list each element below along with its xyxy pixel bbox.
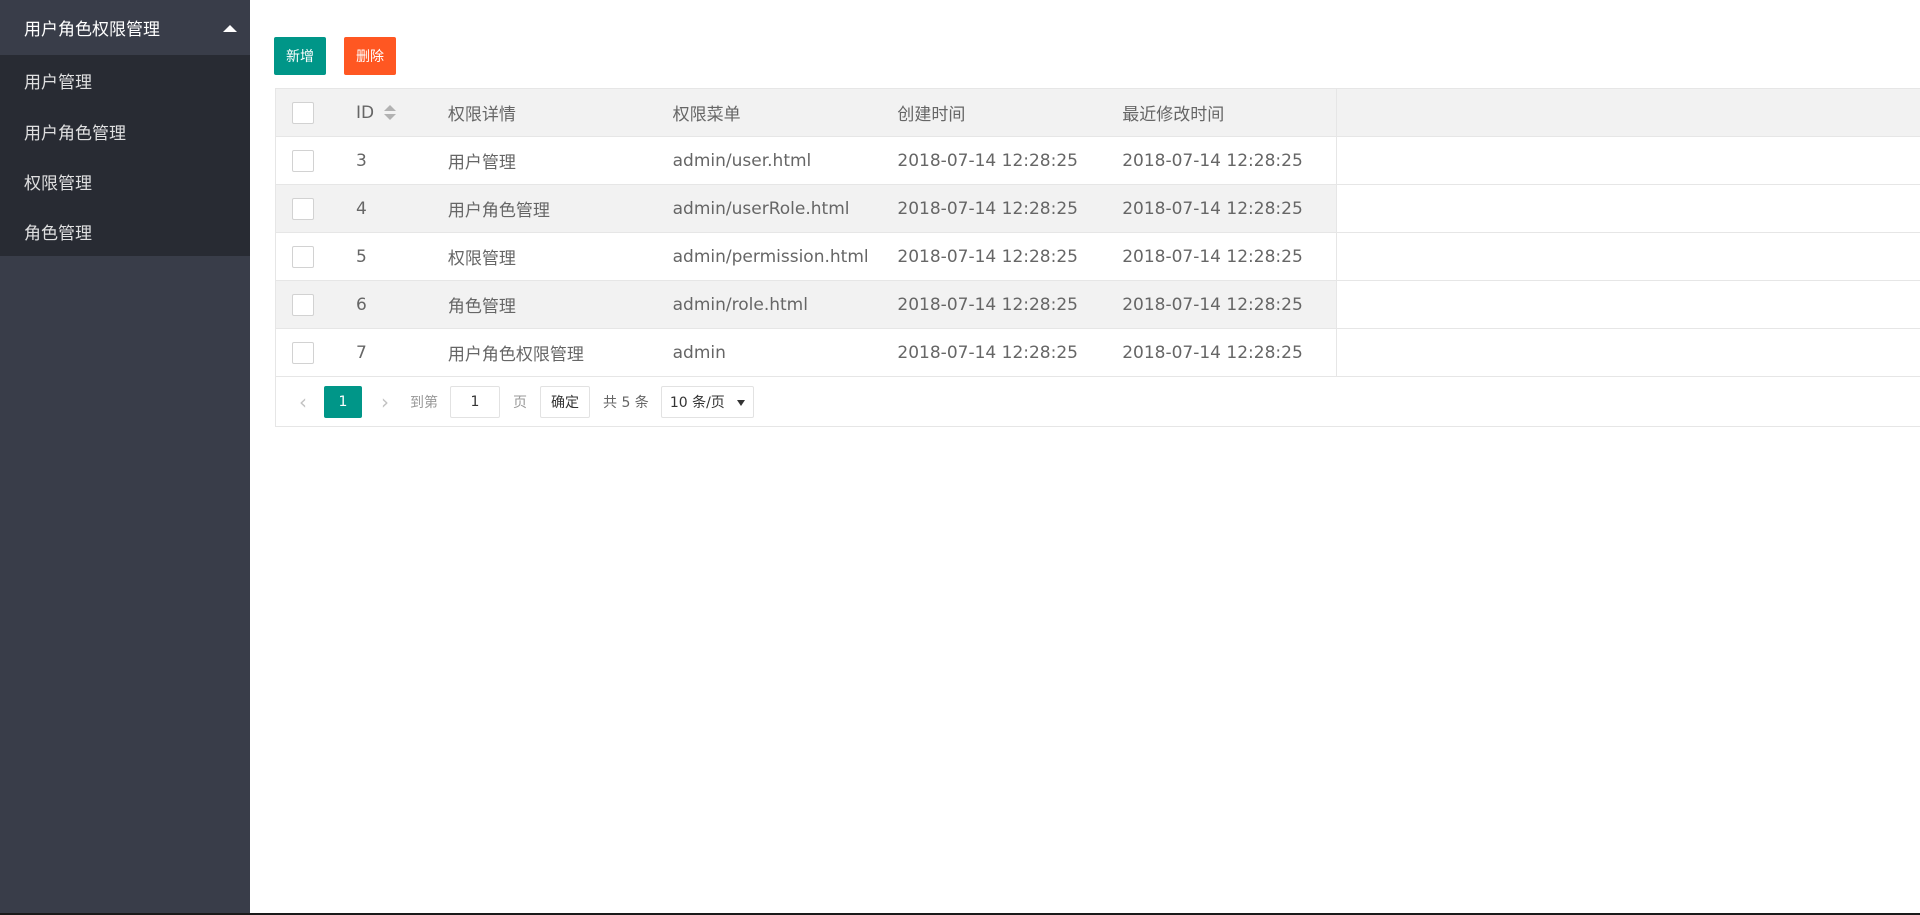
row-filler xyxy=(1337,137,1920,184)
sort-icon[interactable] xyxy=(384,105,397,120)
header-modified-cell: 最近修改时间 xyxy=(1122,105,1225,125)
header-filler xyxy=(1337,89,1920,136)
table-row-cells: 3 用户管理 admin/user.html 2018-07-14 12:28:… xyxy=(276,137,1337,184)
row-id: 7 xyxy=(355,342,367,363)
row-detail: 用户管理 xyxy=(447,153,516,173)
sidebar-item-role-management[interactable]: 角色管理 xyxy=(0,206,250,256)
main-content: 新增 删除 ID 权限详情 权限菜单 创建时间 最近修改时间 3 用户管理 ad… xyxy=(250,0,1920,913)
row-menu: admin/permission.html xyxy=(672,246,869,267)
row-detail: 角色管理 xyxy=(447,297,516,317)
row-modified: 2018-07-14 12:28:25 xyxy=(1122,198,1303,219)
row-menu: admin/user.html xyxy=(672,150,812,171)
table-row-cells: 5 权限管理 admin/permission.html 2018-07-14 … xyxy=(276,233,1337,280)
row-checkbox[interactable] xyxy=(292,149,315,172)
row-check-cell xyxy=(276,137,331,184)
pagination: ‹ 1 › 到第 页 确定 共 5 条 10 条/页 xyxy=(276,377,1920,427)
row-check-cell xyxy=(276,281,331,328)
sidebar: 用户角色权限管理 用户管理 用户角色管理 权限管理 角色管理 xyxy=(0,0,250,913)
dropdown-arrow-icon xyxy=(736,399,745,406)
table-row: 4 用户角色管理 admin/userRole.html 2018-07-14 … xyxy=(276,185,1920,233)
row-created: 2018-07-14 12:28:25 xyxy=(897,198,1078,219)
page-size-value: 10 条/页 xyxy=(669,394,725,411)
sidebar-submenu: 用户管理 用户角色管理 权限管理 角色管理 xyxy=(0,55,250,256)
sidebar-item-permission-management[interactable]: 权限管理 xyxy=(0,156,250,206)
table-row: 5 权限管理 admin/permission.html 2018-07-14 … xyxy=(276,233,1920,281)
sidebar-item-user-management[interactable]: 用户管理 xyxy=(0,55,250,106)
row-created: 2018-07-14 12:28:25 xyxy=(897,342,1078,363)
table-row: 3 用户管理 admin/user.html 2018-07-14 12:28:… xyxy=(276,137,1920,185)
sort-asc-icon[interactable] xyxy=(384,105,397,111)
row-id: 4 xyxy=(355,198,367,219)
row-filler xyxy=(1337,233,1920,280)
header-menu-cell: 权限菜单 xyxy=(672,105,741,125)
page-button-current[interactable]: 1 xyxy=(324,385,362,418)
goto-page-input[interactable] xyxy=(450,385,500,418)
row-filler xyxy=(1337,329,1920,376)
caret-up-icon xyxy=(223,25,237,32)
permission-table: ID 权限详情 权限菜单 创建时间 最近修改时间 3 用户管理 admin/us… xyxy=(275,88,1920,427)
header-id-cell[interactable]: ID xyxy=(331,89,431,136)
sidebar-group-header[interactable]: 用户角色权限管理 xyxy=(0,0,250,55)
chevron-left-icon[interactable]: ‹ xyxy=(290,387,316,417)
add-button[interactable]: 新增 xyxy=(274,37,326,75)
goto-label: 到第 xyxy=(410,394,438,411)
toolbar: 新增 删除 xyxy=(274,37,396,75)
row-menu: admin xyxy=(672,342,726,363)
row-check-cell xyxy=(276,329,331,376)
row-filler xyxy=(1337,185,1920,232)
header-detail-cell: 权限详情 xyxy=(447,105,516,125)
row-check-cell xyxy=(276,233,331,280)
header-check-cell xyxy=(276,89,331,136)
row-created: 2018-07-14 12:28:25 xyxy=(897,150,1078,171)
row-modified: 2018-07-14 12:28:25 xyxy=(1122,294,1303,315)
table-row-cells: 7 用户角色权限管理 admin 2018-07-14 12:28:25 201… xyxy=(276,329,1337,376)
sidebar-group-title: 用户角色权限管理 xyxy=(24,20,160,40)
row-checkbox[interactable] xyxy=(292,245,315,268)
row-modified: 2018-07-14 12:28:25 xyxy=(1122,342,1303,363)
row-modified: 2018-07-14 12:28:25 xyxy=(1122,150,1303,171)
header-created-cell: 创建时间 xyxy=(897,105,966,125)
table-header-cells: ID 权限详情 权限菜单 创建时间 最近修改时间 xyxy=(276,89,1337,136)
chevron-right-icon[interactable]: › xyxy=(372,387,398,417)
table-header: ID 权限详情 权限菜单 创建时间 最近修改时间 xyxy=(276,89,1920,137)
row-filler xyxy=(1337,281,1920,328)
row-menu: admin/role.html xyxy=(672,294,808,315)
sort-desc-icon[interactable] xyxy=(384,114,397,120)
select-all-checkbox[interactable] xyxy=(292,101,315,124)
table-row: 6 角色管理 admin/role.html 2018-07-14 12:28:… xyxy=(276,281,1920,329)
row-created: 2018-07-14 12:28:25 xyxy=(897,246,1078,267)
table-row-cells: 4 用户角色管理 admin/userRole.html 2018-07-14 … xyxy=(276,185,1337,232)
page-unit-label: 页 xyxy=(513,394,527,411)
row-check-cell xyxy=(276,185,331,232)
header-id-label: ID xyxy=(355,102,375,123)
delete-button[interactable]: 删除 xyxy=(344,37,396,75)
row-created: 2018-07-14 12:28:25 xyxy=(897,294,1078,315)
row-checkbox[interactable] xyxy=(292,293,315,316)
total-count: 共 5 条 xyxy=(603,394,649,411)
row-checkbox[interactable] xyxy=(292,197,315,220)
row-modified: 2018-07-14 12:28:25 xyxy=(1122,246,1303,267)
row-id: 3 xyxy=(355,150,367,171)
row-detail: 权限管理 xyxy=(447,249,516,269)
row-detail: 用户角色权限管理 xyxy=(447,345,584,365)
row-checkbox[interactable] xyxy=(292,341,315,364)
goto-confirm-button[interactable]: 确定 xyxy=(540,385,590,418)
sidebar-item-user-role-management[interactable]: 用户角色管理 xyxy=(0,106,250,156)
row-id: 6 xyxy=(355,294,367,315)
row-detail: 用户角色管理 xyxy=(447,201,550,221)
table-row: 7 用户角色权限管理 admin 2018-07-14 12:28:25 201… xyxy=(276,329,1920,377)
table-row-cells: 6 角色管理 admin/role.html 2018-07-14 12:28:… xyxy=(276,281,1337,328)
row-id: 5 xyxy=(355,246,367,267)
page-size-select[interactable]: 10 条/页 xyxy=(660,385,754,418)
row-menu: admin/userRole.html xyxy=(672,198,850,219)
